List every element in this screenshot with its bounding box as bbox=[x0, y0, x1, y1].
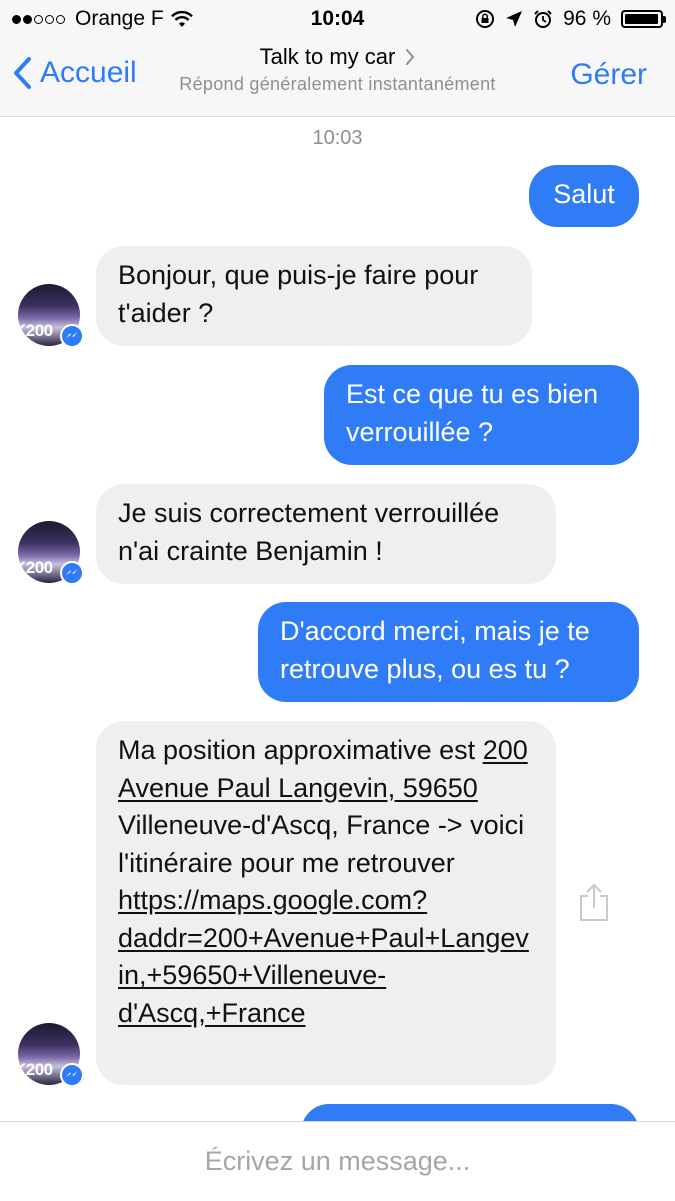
message-text: Salut bbox=[553, 179, 615, 209]
chevron-right-icon bbox=[406, 49, 415, 65]
conversation-timestamp: 10:03 bbox=[312, 127, 363, 149]
manage-button[interactable]: Gérer bbox=[570, 58, 647, 92]
message-text: Villeneuve-d'Ascq, France -> voici l'iti… bbox=[118, 810, 525, 878]
alarm-icon bbox=[534, 10, 552, 28]
avatar-label: K200 bbox=[18, 558, 53, 577]
messenger-badge-icon bbox=[60, 1063, 84, 1087]
battery-icon bbox=[621, 10, 666, 28]
conversation-title: Talk to my car bbox=[259, 44, 396, 69]
outgoing-message[interactable]: Salut bbox=[529, 165, 639, 227]
location-arrow-icon bbox=[506, 11, 523, 27]
message-text: Est ce que tu es bien verrouillée ? bbox=[346, 379, 599, 447]
incoming-message[interactable]: Je suis correctement verrouillée n'ai cr… bbox=[96, 484, 556, 584]
messenger-badge-icon bbox=[60, 324, 84, 348]
status-right: 96 % bbox=[475, 7, 666, 31]
map-link[interactable]: https://maps.google.com?daddr=200+Avenue… bbox=[118, 885, 529, 1028]
avatar-label: K200 bbox=[18, 1060, 53, 1079]
messenger-badge-icon bbox=[60, 561, 84, 585]
outgoing-message[interactable]: D'accord merci, mais je te retrouve plus… bbox=[258, 602, 639, 702]
avatar[interactable]: K200 bbox=[18, 1023, 84, 1087]
message-text: Ma position approximative est bbox=[118, 735, 476, 765]
outgoing-message[interactable]: Est ce que tu es bien verrouillée ? bbox=[324, 365, 639, 465]
outgoing-message[interactable] bbox=[301, 1104, 639, 1121]
incoming-message[interactable]: Bonjour, que puis-je faire pour t'aider … bbox=[96, 246, 532, 346]
avatar[interactable]: K200 bbox=[18, 284, 84, 348]
next-message-clip bbox=[0, 1085, 675, 1121]
avatar[interactable]: K200 bbox=[18, 521, 84, 585]
battery-percent: 96 % bbox=[563, 7, 611, 30]
rotation-lock-icon bbox=[476, 10, 495, 28]
message-input[interactable]: Écrivez un message... bbox=[0, 1146, 675, 1177]
message-composer[interactable]: Écrivez un message... bbox=[0, 1121, 675, 1201]
incoming-message[interactable]: Ma position approximative est 200 Avenue… bbox=[96, 721, 556, 1085]
avatar-label: K200 bbox=[18, 321, 53, 340]
message-text: Je suis correctement verrouillée n'ai cr… bbox=[118, 498, 500, 566]
share-icon[interactable] bbox=[577, 882, 611, 922]
message-text: Bonjour, que puis-je faire pour t'aider … bbox=[118, 260, 479, 328]
navigation-bar: Accueil Talk to my car Répond généraleme… bbox=[0, 40, 675, 117]
status-bar: Orange F 10:04 96 % bbox=[0, 0, 675, 40]
message-text: D'accord merci, mais je te retrouve plus… bbox=[280, 616, 590, 684]
